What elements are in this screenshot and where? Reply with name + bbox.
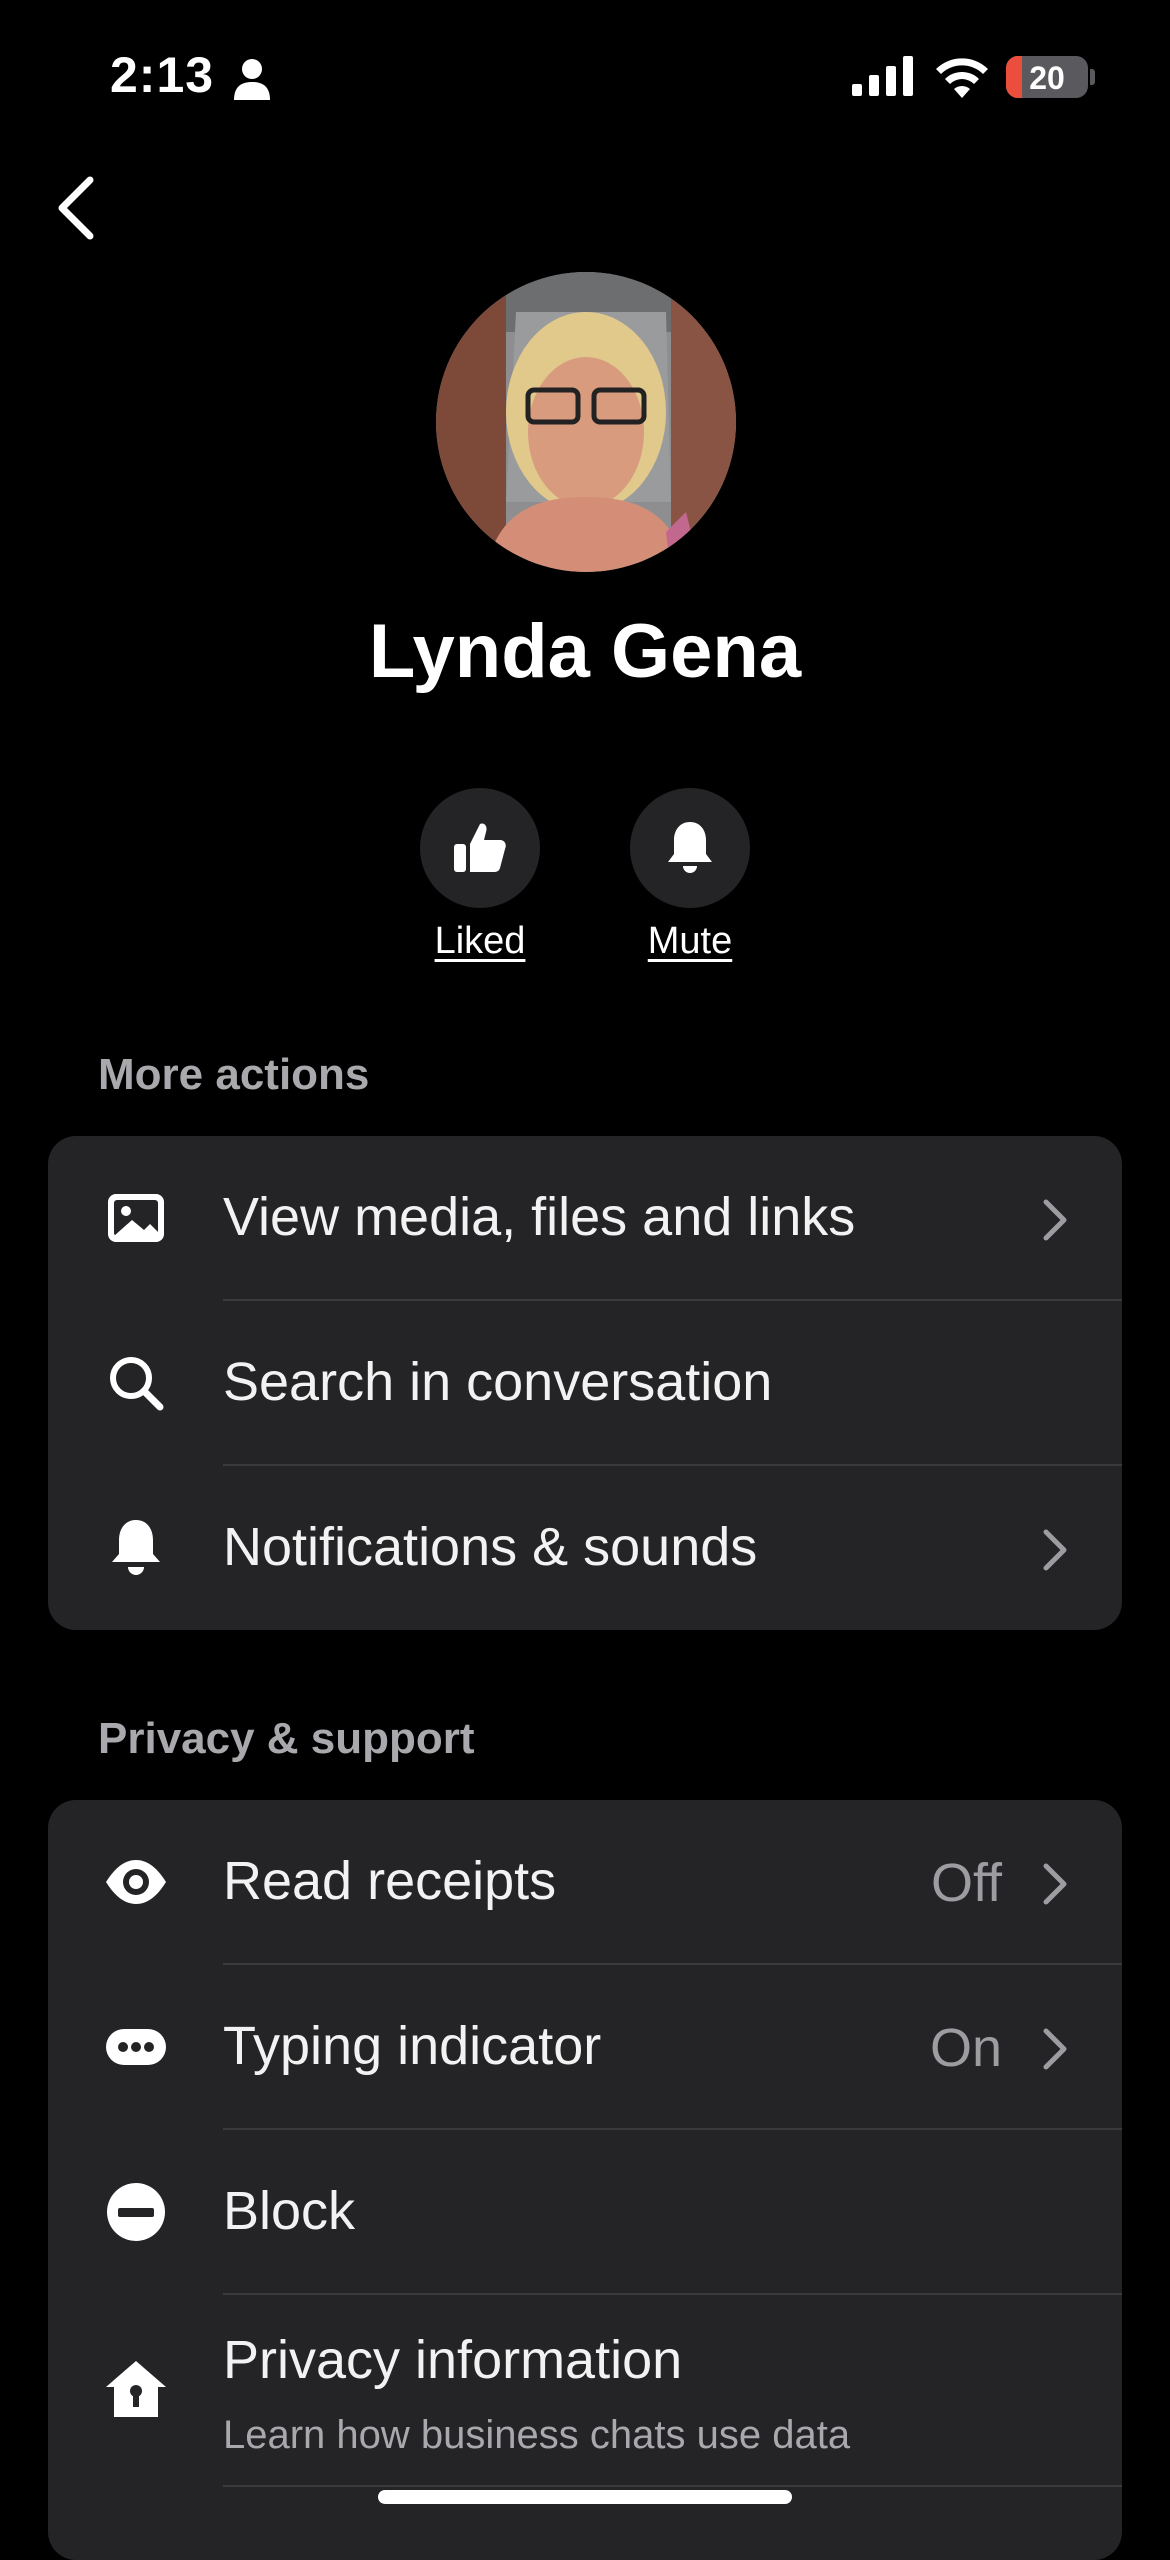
home-indicator[interactable] xyxy=(378,2490,792,2504)
section-header-privacy-support: Privacy & support xyxy=(98,1714,475,1763)
read-receipts-value: Off xyxy=(930,1853,1002,1913)
row-read-receipts[interactable]: Read receipts Off xyxy=(48,1800,1122,1965)
like-button[interactable] xyxy=(420,788,540,908)
battery-indicator: 20 xyxy=(1006,56,1088,98)
status-time: 2:13 xyxy=(110,47,215,103)
thumbs-up-icon xyxy=(454,823,506,872)
cellular-signal-icon xyxy=(852,56,913,96)
mute-button[interactable] xyxy=(630,788,750,908)
avatar[interactable] xyxy=(436,272,736,572)
chevron-right-icon xyxy=(1043,1529,1067,1571)
row-notifications-sounds[interactable]: Notifications & sounds xyxy=(48,1466,1122,1630)
row-block[interactable]: Block xyxy=(48,2130,1122,2295)
row-label: Read receipts xyxy=(223,1851,557,1911)
more-actions-card: View media, files and links Search in co… xyxy=(48,1136,1122,1630)
row-privacy-information[interactable]: Privacy information Learn how business c… xyxy=(48,2295,1122,2487)
home-lock-icon xyxy=(106,2361,166,2417)
status-bar: 2:13 20 xyxy=(0,0,1170,150)
row-label: View media, files and links xyxy=(223,1187,856,1247)
section-header-more-actions: More actions xyxy=(98,1050,370,1099)
profile-name: Lynda Gena xyxy=(368,609,802,694)
row-label: Notifications & sounds xyxy=(223,1517,758,1577)
back-chevron-icon[interactable] xyxy=(52,172,100,244)
chevron-right-icon xyxy=(1043,2028,1067,2070)
chevron-right-icon xyxy=(1043,1199,1067,1241)
person-icon xyxy=(234,59,270,100)
row-label: Typing indicator xyxy=(223,2016,602,2076)
bell-icon xyxy=(112,1520,160,1575)
bell-icon xyxy=(668,822,712,873)
avatar-photo xyxy=(436,272,736,572)
row-view-media[interactable]: View media, files and links xyxy=(48,1136,1122,1301)
row-search-conversation[interactable]: Search in conversation xyxy=(48,1301,1122,1466)
divider xyxy=(223,2485,1122,2487)
mute-label[interactable]: Mute xyxy=(590,920,790,963)
typing-indicator-value: On xyxy=(929,2018,1002,2078)
row-label: Block xyxy=(223,2181,356,2241)
image-icon xyxy=(108,1194,164,1242)
row-typing-indicator[interactable]: Typing indicator On xyxy=(48,1965,1122,2130)
row-label: Search in conversation xyxy=(223,1352,773,1412)
battery-nub xyxy=(1090,69,1095,85)
battery-percent: 20 xyxy=(1029,60,1065,96)
privacy-support-card: Read receipts Off Typing indicator On Bl… xyxy=(48,1800,1122,2560)
liked-label[interactable]: Liked xyxy=(380,920,580,963)
wifi-icon xyxy=(936,58,988,98)
eye-icon xyxy=(106,1860,166,1904)
chevron-right-icon xyxy=(1043,1863,1067,1905)
typing-bubble-icon xyxy=(106,2029,166,2065)
block-icon xyxy=(107,2183,165,2241)
row-label: Privacy information xyxy=(223,2330,683,2390)
search-icon xyxy=(110,1357,164,1411)
row-sublabel: Learn how business chats use data xyxy=(223,2413,851,2457)
